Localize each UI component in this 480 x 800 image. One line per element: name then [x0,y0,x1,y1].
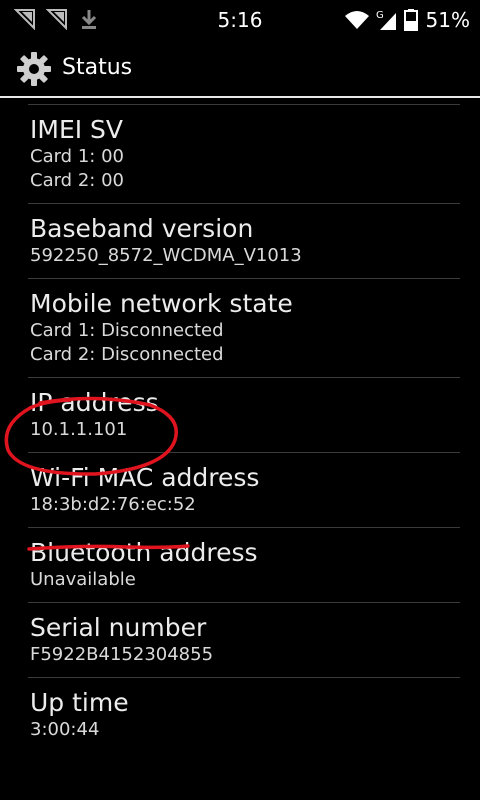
item-value: F5922B4152304855 [30,644,214,665]
signal-icon: G [376,10,396,30]
battery-icon [403,9,418,31]
page-title: Status [62,55,133,80]
item-value: Card 2: 00 [30,170,124,191]
wifi-icon [344,11,369,29]
battery-percent: 51% [425,8,470,32]
list-item-wifi-mac-address[interactable]: Wi-Fi MAC address 18:3b:d2:76:ec:52 [28,452,460,527]
item-value: 3:00:44 [30,719,100,740]
item-value: Unavailable [30,569,136,590]
list-item-ip-address[interactable]: IP address 10.1.1.101 [28,377,460,452]
item-value: 592250_8572_WCDMA_V1013 [30,245,302,266]
list-item-bluetooth-address[interactable]: Bluetooth address Unavailable [28,527,460,602]
item-value: Card 2: Disconnected [30,344,224,365]
action-bar: Status [0,40,480,98]
network-type-label: G [376,10,384,21]
system-icons: G 51% [344,8,470,32]
list-item-mobile-network-state[interactable]: Mobile network state Card 1: Disconnecte… [28,278,460,377]
item-value: 10.1.1.101 [30,419,128,440]
item-title: Up time [30,688,129,717]
status-bar: 5:16 G 51% [0,0,480,40]
item-value: Card 1: 00 [30,146,124,167]
item-title: Baseband version [30,214,254,243]
list-item-serial-number[interactable]: Serial number F5922B4152304855 [28,602,460,677]
item-title: Serial number [30,613,207,642]
gear-icon[interactable] [16,51,52,87]
item-value: Card 1: Disconnected [30,320,224,341]
list-item-up-time[interactable]: Up time 3:00:44 [28,677,460,752]
item-title: Wi-Fi MAC address [30,463,260,492]
item-title: IMEI SV [30,115,124,144]
status-list: IMEI SV Card 1: 00 Card 2: 00 Baseband v… [0,104,480,752]
item-value: 18:3b:d2:76:ec:52 [30,494,196,515]
item-title: Mobile network state [30,289,293,318]
item-title: Bluetooth address [30,538,258,567]
item-title: IP address [30,388,159,417]
list-item-imei-sv[interactable]: IMEI SV Card 1: 00 Card 2: 00 [28,104,460,203]
list-item-baseband-version[interactable]: Baseband version 592250_8572_WCDMA_V1013 [28,203,460,278]
